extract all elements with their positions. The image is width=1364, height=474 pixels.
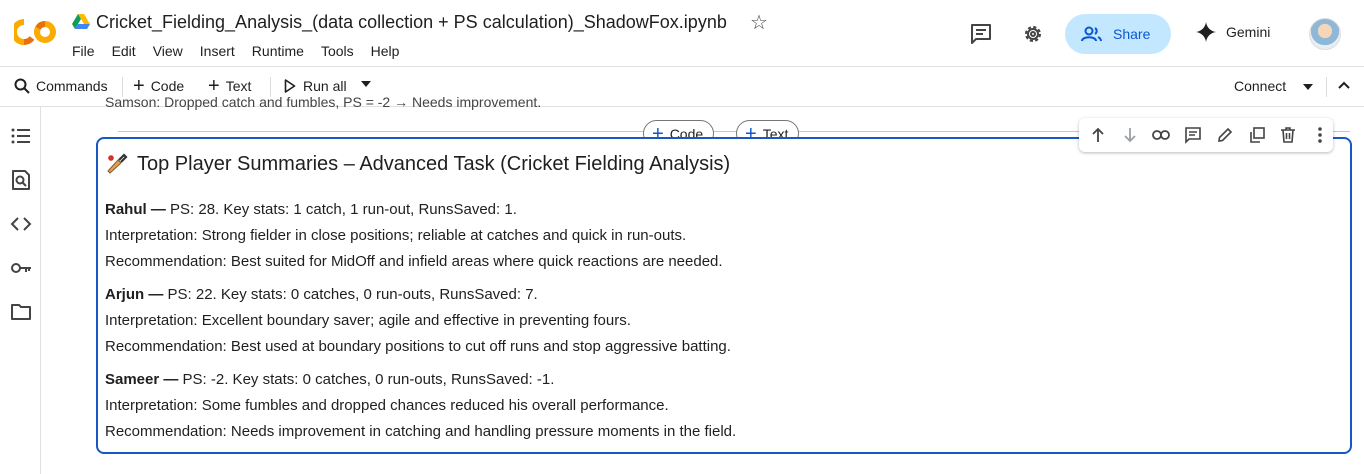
secrets-key-icon[interactable] (10, 257, 32, 279)
code-snippets-icon[interactable] (10, 213, 32, 235)
player-name: Sameer — (105, 371, 179, 388)
files-folder-icon[interactable] (10, 301, 32, 323)
caret-down-icon (1303, 84, 1313, 90)
star-icon[interactable]: ☆ (750, 10, 768, 35)
avatar[interactable] (1309, 18, 1341, 50)
search-icon (14, 78, 30, 94)
player-summary-sameer: Sameer — PS: -2. Key stats: 0 catches, 0… (105, 367, 736, 445)
mirror-cell-icon[interactable] (1244, 122, 1270, 148)
menu-runtime[interactable]: Runtime (252, 43, 304, 59)
edit-icon[interactable] (1212, 122, 1238, 148)
comment-icon[interactable] (969, 22, 993, 46)
app-header: Cricket_Fielding_Analysis_(data collecti… (0, 0, 1364, 66)
add-code-label: Code (150, 78, 185, 94)
link-icon[interactable] (1149, 122, 1175, 148)
settings-icon[interactable] (1021, 22, 1045, 46)
player-interpretation: Interpretation: Some fumbles and dropped… (105, 397, 669, 414)
player-summary-rahul: Rahul — PS: 28. Key stats: 1 catch, 1 ru… (105, 197, 723, 275)
cell-heading-text: Top Player Summaries – Advanced Task (Cr… (137, 153, 731, 175)
player-interpretation: Interpretation: Excellent boundary saver… (105, 312, 631, 329)
connect-button[interactable]: Connect (1234, 78, 1286, 94)
gemini-label: Gemini (1226, 24, 1271, 40)
gemini-spark-icon (1196, 22, 1216, 42)
connect-label: Connect (1234, 78, 1287, 94)
cell-toolbar (1079, 118, 1333, 152)
menu-tools[interactable]: Tools (321, 43, 354, 59)
find-icon[interactable] (10, 169, 32, 191)
move-down-icon[interactable] (1117, 122, 1143, 148)
player-recommendation: Recommendation: Best used at boundary po… (105, 338, 731, 355)
divider (122, 77, 123, 97)
more-icon[interactable] (1307, 122, 1333, 148)
left-rail (0, 107, 41, 474)
player-recommendation: Recommendation: Needs improvement in cat… (105, 423, 737, 440)
collapse-header-button[interactable] (1338, 81, 1350, 89)
table-of-contents-icon[interactable] (10, 125, 32, 147)
run-all-button[interactable]: Run all (284, 78, 347, 94)
menu-edit[interactable]: Edit (112, 43, 136, 59)
plus-icon: + (208, 75, 220, 97)
menu-help[interactable]: Help (371, 43, 400, 59)
player-stats: PS: -2. Key stats: 0 catches, 0 run-outs… (178, 371, 555, 388)
player-summary-arjun: Arjun — PS: 22. Key stats: 0 catches, 0 … (105, 282, 731, 360)
chevron-up-icon (1338, 81, 1350, 89)
share-label: Share (1113, 26, 1151, 42)
divider (270, 77, 271, 97)
add-code-button[interactable]: + Code (133, 75, 185, 97)
drive-icon[interactable] (72, 14, 90, 30)
player-interpretation: Interpretation: Strong fielder in close … (105, 227, 687, 244)
player-stats: PS: 28. Key stats: 1 catch, 1 run-out, R… (165, 201, 517, 218)
run-all-dropdown[interactable] (361, 81, 371, 87)
cell-heading: Top Player Summaries – Advanced Task (Cr… (105, 150, 1065, 178)
player-stats: PS: 22. Key stats: 0 catches, 0 run-outs… (163, 286, 538, 303)
share-people-icon (1081, 26, 1102, 42)
cricket-bat-icon (107, 153, 128, 174)
menu-view[interactable]: View (153, 43, 183, 59)
add-text-button[interactable]: + Text (208, 75, 252, 97)
share-button[interactable]: Share (1065, 14, 1171, 54)
commands-button[interactable]: Commands (14, 78, 108, 94)
menu-bar: File Edit View Insert Runtime Tools Help (72, 43, 416, 59)
add-text-label: Text (225, 78, 252, 94)
menu-insert[interactable]: Insert (200, 43, 235, 59)
gemini-button[interactable]: Gemini (1196, 22, 1270, 42)
menu-file[interactable]: File (72, 43, 95, 59)
comment-icon[interactable] (1180, 122, 1206, 148)
move-up-icon[interactable] (1085, 122, 1111, 148)
delete-icon[interactable] (1276, 122, 1302, 148)
connect-dropdown[interactable] (1303, 84, 1313, 90)
markdown-content: Top Player Summaries – Advanced Task (Cr… (105, 150, 1065, 440)
player-name: Rahul — (105, 201, 166, 218)
plus-icon: + (133, 75, 145, 97)
play-icon (284, 79, 296, 93)
notebook-title[interactable]: Cricket_Fielding_Analysis_(data collecti… (96, 12, 727, 33)
commands-label: Commands (36, 78, 108, 94)
player-name: Arjun — (105, 286, 164, 303)
colab-logo[interactable] (14, 18, 58, 46)
previous-cell-text: Samson: Dropped catch and fumbles, PS = … (105, 96, 542, 110)
run-all-label: Run all (303, 78, 347, 94)
player-recommendation: Recommendation: Best suited for MidOff a… (105, 253, 723, 270)
caret-down-icon (361, 81, 371, 87)
divider (1326, 77, 1327, 97)
